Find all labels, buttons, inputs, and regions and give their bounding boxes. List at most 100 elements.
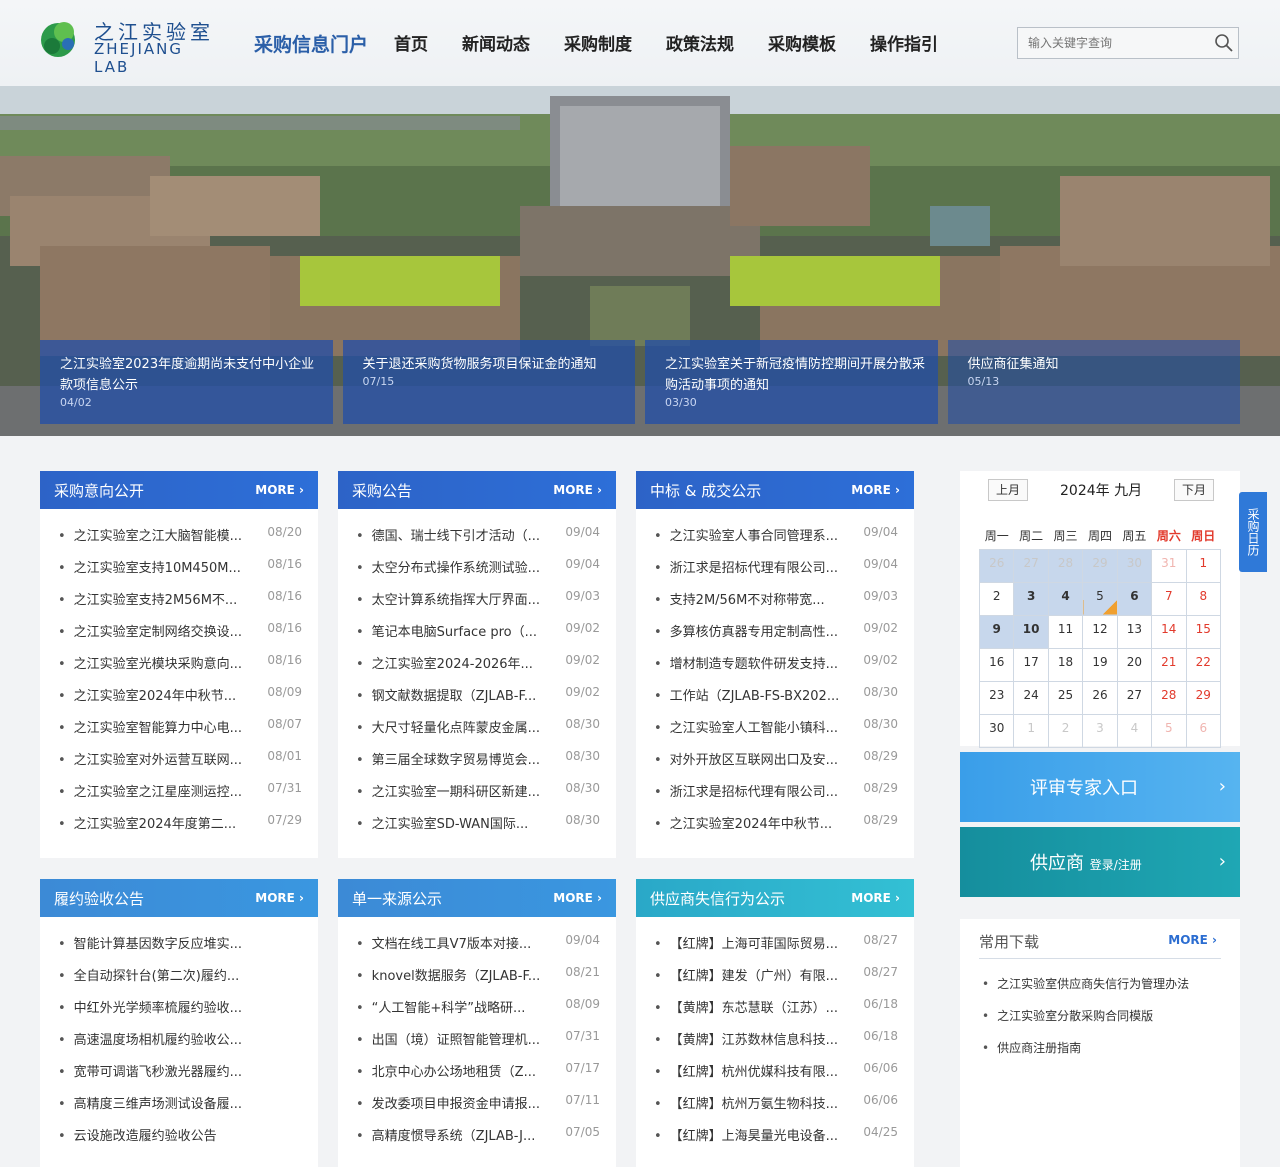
supplier-entry-button[interactable]: 供应商 登录/注册 › [960, 827, 1240, 897]
more-link[interactable]: MORE › [851, 891, 900, 905]
calendar-day[interactable]: 31 [1151, 548, 1187, 583]
calendar-day[interactable]: 14 [1151, 614, 1187, 649]
list-item[interactable]: 【黄牌】东芯慧联（江苏）... 06/18 [654, 997, 898, 1029]
calendar-day[interactable]: 9 [978, 614, 1015, 649]
list-item[interactable]: 【红牌】杭州万氨生物科技... 06/06 [654, 1093, 898, 1125]
calendar-day[interactable]: 12 [1082, 614, 1118, 649]
calendar-day[interactable]: 26 [978, 548, 1015, 583]
calendar-day[interactable]: 28 [1151, 680, 1187, 715]
nav-regulations[interactable]: 政策法规 [666, 30, 734, 55]
list-item[interactable]: 之江实验室一期科研区新建... 08/30 [356, 781, 600, 813]
calendar-day[interactable]: 25 [1047, 680, 1084, 715]
list-item[interactable]: 浙江求是招标代理有限公司... 08/29 [654, 781, 898, 813]
calendar-day[interactable]: 19 [1082, 647, 1118, 682]
logo[interactable]: 之江实验室 ZHEJIANG LAB [38, 14, 218, 76]
calendar-day[interactable]: 13 [1116, 614, 1153, 649]
more-link[interactable]: MORE › [255, 891, 304, 905]
list-item[interactable]: 之江实验室对外运营互联网... 08/01 [58, 749, 302, 781]
expert-entry-button[interactable]: 评审专家入口 › [960, 752, 1240, 822]
calendar-day[interactable]: 24 [1013, 680, 1049, 715]
list-item[interactable]: 北京中心办公场地租赁（Z... 07/17 [356, 1061, 600, 1093]
list-item[interactable]: 支持2M/56M不对称带宽... 09/03 [654, 589, 898, 621]
banner-news-item[interactable]: 之江实验室关于新冠疫情防控期间开展分散采购活动事项的通知 03/30 [645, 340, 938, 424]
list-item[interactable]: 之江实验室人工智能小镇科... 08/30 [654, 717, 898, 749]
list-item[interactable]: 中红外光学频率梳履约验收... [58, 997, 302, 1029]
download-item[interactable]: 供应商注册指南 [982, 1039, 1189, 1071]
list-item[interactable]: 浙江求是招标代理有限公司... 09/04 [654, 557, 898, 589]
banner-news-item[interactable]: 之江实验室2023年度逾期尚未支付中小企业款项信息公示 04/02 [40, 340, 333, 424]
calendar-day[interactable]: 27 [1013, 548, 1049, 583]
search-input[interactable] [1018, 28, 1203, 58]
list-item[interactable]: 德国、瑞士线下引才活动（... 09/04 [356, 525, 600, 557]
more-link[interactable]: MORE › [851, 483, 900, 497]
calendar-day[interactable]: 26 [1082, 680, 1118, 715]
list-item[interactable]: 多算核仿真器专用定制高性... 09/02 [654, 621, 898, 653]
list-item[interactable]: 太空计算系统指挥大厅界面... 09/03 [356, 589, 600, 621]
list-item[interactable]: 之江实验室光模块采购意向... 08/16 [58, 653, 302, 685]
calendar-day[interactable]: 30 [1116, 548, 1153, 583]
list-item[interactable]: 之江实验室2024年中秋节... 08/29 [654, 813, 898, 845]
list-item[interactable]: 宽带可调谐飞秒激光器履约... [58, 1061, 302, 1093]
banner-news-item[interactable]: 关于退还采购货物服务项目保证金的通知 07/15 [342, 340, 635, 424]
list-item[interactable]: 之江实验室智能算力中心电... 08/07 [58, 717, 302, 749]
list-item[interactable]: 太空分布式操作系统测试验... 09/04 [356, 557, 600, 589]
calendar-day[interactable]: 29 [1082, 548, 1118, 583]
calendar-day[interactable]: 4 [1047, 581, 1084, 616]
download-item[interactable]: 之江实验室分散采购合同模版 [982, 1007, 1189, 1039]
list-item[interactable]: 之江实验室2024年中秋节... 08/09 [58, 685, 302, 717]
list-item[interactable]: 【红牌】上海可菲国际贸易... 08/27 [654, 933, 898, 965]
list-item[interactable]: 【黄牌】江苏数林信息科技... 06/18 [654, 1029, 898, 1061]
list-item[interactable]: 文档在线工具V7版本对接... 09/04 [356, 933, 600, 965]
list-item[interactable]: 之江实验室2024-2026年... 09/02 [356, 653, 600, 685]
more-link[interactable]: MORE › [553, 483, 602, 497]
list-item[interactable]: 之江实验室人事合同管理系... 09/04 [654, 525, 898, 557]
calendar-day[interactable]: 11 [1047, 614, 1084, 649]
calendar-day[interactable]: 3 [1082, 713, 1118, 748]
calendar-day[interactable]: 7 [1151, 581, 1187, 616]
calendar-day[interactable]: 10 [1013, 614, 1049, 649]
list-item[interactable]: 【红牌】建发（广州）有限... 08/27 [654, 965, 898, 997]
calendar-day[interactable]: 6 [1185, 713, 1222, 748]
list-item[interactable]: 高精度三维声场测试设备履... [58, 1093, 302, 1125]
list-item[interactable]: 之江实验室之江星座测运控... 07/31 [58, 781, 302, 813]
list-item[interactable]: 工作站（ZJLAB-FS-BX202... 08/30 [654, 685, 898, 717]
calendar-day[interactable]: 23 [978, 680, 1015, 715]
search-icon[interactable] [1214, 33, 1234, 53]
calendar-day[interactable]: 16 [978, 647, 1015, 682]
calendar-day[interactable]: 6 [1116, 581, 1153, 616]
list-item[interactable]: 高速温度场相机履约验收公... [58, 1029, 302, 1061]
list-item[interactable]: 第三届全球数字贸易博览会... 08/30 [356, 749, 600, 781]
calendar-day[interactable]: 8 [1185, 581, 1222, 616]
list-item[interactable]: 之江实验室SD-WAN国际... 08/30 [356, 813, 600, 845]
calendar-side-tab[interactable]: 采购日历 [1239, 492, 1267, 572]
prev-month-button[interactable]: 上月 [988, 479, 1028, 501]
list-item[interactable]: 高精度惯导系统（ZJLAB-J... 07/05 [356, 1125, 600, 1157]
list-item[interactable]: 之江实验室支持2M56M不... 08/16 [58, 589, 302, 621]
list-item[interactable]: 出国（境）证照智能管理机... 07/31 [356, 1029, 600, 1061]
list-item[interactable]: 增材制造专题软件研发支持... 09/02 [654, 653, 898, 685]
calendar-day[interactable]: 2 [1047, 713, 1084, 748]
calendar-day[interactable]: 2 [978, 581, 1015, 616]
calendar-day[interactable]: 28 [1047, 548, 1084, 583]
list-item[interactable]: 之江实验室之江大脑智能模... 08/20 [58, 525, 302, 557]
more-link[interactable]: MORE › [255, 483, 304, 497]
list-item[interactable]: 大尺寸轻量化点阵蒙皮金属... 08/30 [356, 717, 600, 749]
list-item[interactable]: 发改委项目申报资金申请报... 07/11 [356, 1093, 600, 1125]
calendar-day[interactable]: 20 [1116, 647, 1153, 682]
more-link[interactable]: MORE › [553, 891, 602, 905]
calendar-day[interactable]: 21 [1151, 647, 1187, 682]
calendar-day[interactable]: 15 [1185, 614, 1222, 649]
nav-news[interactable]: 新闻动态 [462, 30, 530, 55]
list-item[interactable]: 钢文献数据提取（ZJLAB-F... 09/02 [356, 685, 600, 717]
calendar-day[interactable]: 4 [1116, 713, 1153, 748]
list-item[interactable]: 全自动探针台(第二次)履约... [58, 965, 302, 997]
list-item[interactable]: 之江实验室支持10M450M... 08/16 [58, 557, 302, 589]
calendar-day[interactable]: 27 [1116, 680, 1153, 715]
calendar-day[interactable]: 17 [1013, 647, 1049, 682]
calendar-day[interactable]: 1 [1185, 548, 1222, 583]
calendar-day[interactable]: 18 [1047, 647, 1084, 682]
banner-news-item[interactable]: 供应商征集通知 05/13 [947, 340, 1240, 424]
calendar-day[interactable]: 3 [1013, 581, 1049, 616]
list-item[interactable]: knovel数据服务（ZJLAB-F... 08/21 [356, 965, 600, 997]
calendar-day[interactable]: 5 [1082, 581, 1118, 616]
